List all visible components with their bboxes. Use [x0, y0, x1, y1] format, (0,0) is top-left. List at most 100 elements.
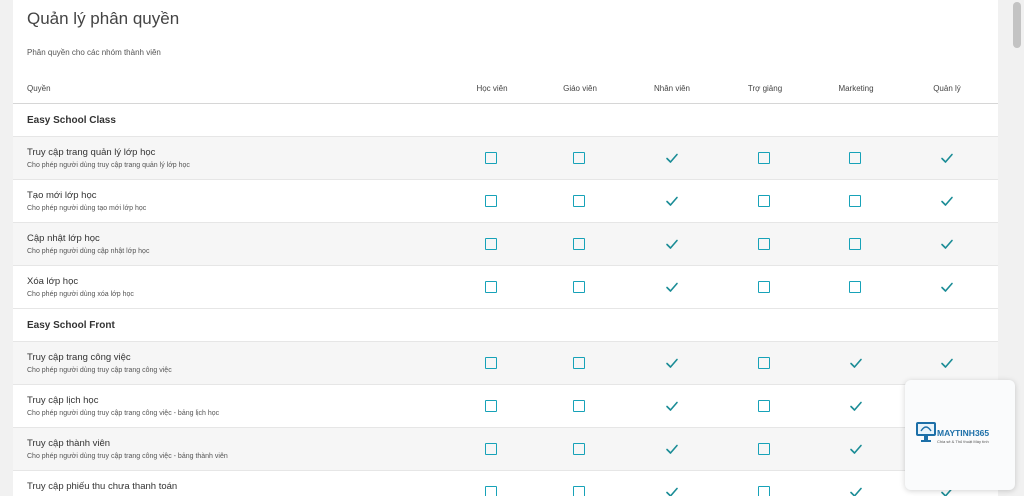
checkbox-hoc-vien[interactable] — [485, 195, 499, 209]
checkbox-tro-giang[interactable] — [758, 281, 772, 295]
section-header: Easy School Front — [13, 309, 998, 342]
checkmark-icon-quan-ly[interactable] — [940, 195, 954, 209]
watermark-logo: MAYTINH365 Chia sẻ & Thủ thuật Máy tính — [905, 380, 1015, 490]
checkbox-box[interactable] — [573, 152, 585, 164]
watermark-brand: MAYTINH365 — [937, 428, 990, 438]
checkbox-box[interactable] — [485, 195, 497, 207]
checkbox-marketing[interactable] — [849, 195, 863, 209]
checkmark-icon-nhan-vien[interactable] — [665, 152, 679, 166]
checkmark-icon-quan-ly[interactable] — [940, 357, 954, 371]
role-header-giao-vien: Giáo viên — [563, 84, 597, 93]
checkbox-box[interactable] — [758, 238, 770, 250]
permission-title: Truy cập trang công việc — [27, 352, 131, 363]
checkbox-giao-vien[interactable] — [573, 486, 587, 496]
role-header-nhan-vien: Nhân viên — [653, 84, 691, 93]
checkbox-tro-giang[interactable] — [758, 152, 772, 166]
checkbox-box[interactable] — [485, 281, 497, 293]
checkbox-box[interactable] — [849, 281, 861, 293]
role-header-hoc-vien: Học viên — [476, 84, 508, 93]
checkbox-tro-giang[interactable] — [758, 238, 772, 252]
checkbox-box[interactable] — [573, 195, 585, 207]
checkbox-hoc-vien[interactable] — [485, 400, 499, 414]
checkbox-hoc-vien[interactable] — [485, 443, 499, 457]
checkbox-box[interactable] — [758, 195, 770, 207]
checkbox-hoc-vien[interactable] — [485, 486, 499, 496]
checkmark-icon-marketing[interactable] — [849, 443, 863, 457]
checkbox-hoc-vien[interactable] — [485, 281, 499, 295]
checkbox-tro-giang[interactable] — [758, 357, 772, 371]
checkmark-icon-marketing[interactable] — [849, 400, 863, 414]
permission-row: Truy cập trang quản lý lớp học Cho phép n… — [13, 137, 998, 180]
checkbox-box[interactable] — [758, 281, 770, 293]
permission-row: Truy cập trang công việc Cho phép người d… — [13, 342, 998, 385]
checkmark-icon-nhan-vien[interactable] — [665, 195, 679, 209]
checkbox-box[interactable] — [573, 443, 585, 455]
permission-title: Tạo mới lớp học — [27, 190, 97, 201]
checkbox-tro-giang[interactable] — [758, 400, 772, 414]
checkbox-giao-vien[interactable] — [573, 195, 587, 209]
permission-column-header: Quyền — [27, 84, 51, 93]
page-subtitle: Phân quyền cho các nhóm thành viên — [27, 48, 161, 57]
permission-title: Truy cập trang quản lý lớp học — [27, 147, 156, 158]
checkbox-box[interactable] — [485, 152, 497, 164]
checkmark-icon-quan-ly[interactable] — [940, 238, 954, 252]
checkbox-giao-vien[interactable] — [573, 400, 587, 414]
checkmark-icon-quan-ly[interactable] — [940, 152, 954, 166]
checkbox-hoc-vien[interactable] — [485, 357, 499, 371]
checkmark-icon-nhan-vien[interactable] — [665, 238, 679, 252]
checkbox-hoc-vien[interactable] — [485, 152, 499, 166]
checkbox-box[interactable] — [485, 443, 497, 455]
checkbox-box[interactable] — [758, 357, 770, 369]
table-header: Quyền Học viên Giáo viên Nhân viên Trợ g… — [13, 73, 998, 104]
checkbox-tro-giang[interactable] — [758, 443, 772, 457]
checkbox-giao-vien[interactable] — [573, 238, 587, 252]
checkbox-box[interactable] — [573, 486, 585, 496]
permission-description: Cho phép người dùng truy cập trang quản … — [27, 162, 190, 169]
checkbox-marketing[interactable] — [849, 281, 863, 295]
permission-title: Truy cập phiếu thu chưa thanh toán — [27, 481, 178, 492]
checkbox-tro-giang[interactable] — [758, 486, 772, 496]
permission-title: Xóa lớp học — [27, 276, 79, 287]
watermark-tagline: Chia sẻ & Thủ thuật Máy tính — [937, 439, 989, 444]
checkbox-box[interactable] — [485, 357, 497, 369]
checkbox-marketing[interactable] — [849, 238, 863, 252]
checkmark-icon-nhan-vien[interactable] — [665, 443, 679, 457]
scrollbar-thumb[interactable] — [1013, 2, 1021, 48]
permission-description: Cho phép người dùng truy cập trang công … — [27, 410, 220, 417]
checkbox-box[interactable] — [849, 238, 861, 250]
checkbox-giao-vien[interactable] — [573, 281, 587, 295]
checkmark-icon-marketing[interactable] — [849, 486, 863, 496]
checkmark-icon-marketing[interactable] — [849, 357, 863, 371]
permission-description: Cho phép người dùng truy cập trang công … — [27, 367, 172, 374]
page-title: Quản lý phân quyền — [27, 9, 180, 28]
permission-description: Cho phép người dùng tạo mới lớp học — [27, 205, 147, 212]
checkbox-box[interactable] — [758, 443, 770, 455]
checkbox-giao-vien[interactable] — [573, 443, 587, 457]
checkmark-icon-quan-ly[interactable] — [940, 281, 954, 295]
checkmark-icon-nhan-vien[interactable] — [665, 486, 679, 496]
checkbox-hoc-vien[interactable] — [485, 238, 499, 252]
checkbox-box[interactable] — [573, 357, 585, 369]
permission-row: Tạo mới lớp học Cho phép người dùng tạo m… — [13, 180, 998, 223]
checkbox-box[interactable] — [758, 152, 770, 164]
checkmark-icon-nhan-vien[interactable] — [665, 281, 679, 295]
checkbox-box[interactable] — [485, 486, 497, 496]
checkbox-box[interactable] — [573, 238, 585, 250]
checkbox-box[interactable] — [573, 281, 585, 293]
checkbox-box[interactable] — [758, 486, 770, 496]
checkbox-marketing[interactable] — [849, 152, 863, 166]
checkbox-box[interactable] — [758, 400, 770, 412]
section-header: Easy School Class — [13, 104, 998, 137]
checkbox-box[interactable] — [849, 152, 861, 164]
checkbox-giao-vien[interactable] — [573, 152, 587, 166]
checkmark-icon-nhan-vien[interactable] — [665, 400, 679, 414]
checkbox-box[interactable] — [573, 400, 585, 412]
checkmark-icon-nhan-vien[interactable] — [665, 357, 679, 371]
checkbox-giao-vien[interactable] — [573, 357, 587, 371]
checkbox-box[interactable] — [485, 238, 497, 250]
checkbox-box[interactable] — [485, 400, 497, 412]
checkbox-box[interactable] — [849, 195, 861, 207]
section-title: Easy School Front — [27, 320, 115, 331]
permission-description: Cho phép người dùng cập nhật lớp học — [27, 248, 150, 255]
checkbox-tro-giang[interactable] — [758, 195, 772, 209]
